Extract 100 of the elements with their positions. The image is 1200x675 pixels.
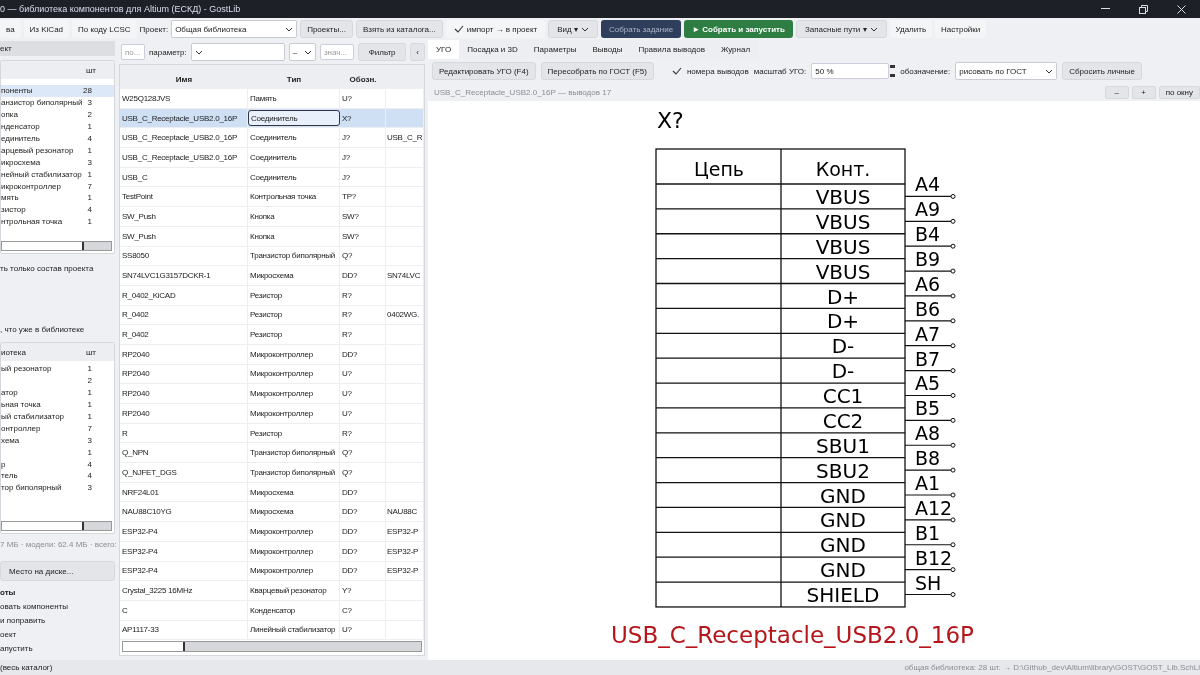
- column-header[interactable]: Тип: [248, 75, 340, 89]
- category-row[interactable]: нейный стабилизатор 1: [1, 168, 114, 181]
- toolbar-button[interactable]: Удалить: [889, 20, 933, 38]
- category-row[interactable]: опка 2: [1, 108, 114, 121]
- dropdown-button[interactable]: Вид ▾: [548, 20, 598, 38]
- table-cell: J?: [340, 148, 386, 167]
- toolbar-button[interactable]: Из KiCad: [23, 20, 70, 38]
- table-row[interactable]: NRF24L01 Микросхема DD?: [120, 482, 424, 503]
- tab[interactable]: УГО: [428, 40, 460, 59]
- pin-number: B8: [915, 447, 941, 470]
- operator-combo[interactable]: –: [288, 43, 316, 61]
- project-combo[interactable]: Общая библиотека: [171, 20, 298, 38]
- table-row[interactable]: RP2040 Микроконтроллер U?: [120, 384, 424, 404]
- reset-button[interactable]: Сбросить личные: [1062, 62, 1142, 80]
- toolbar-button[interactable]: ва: [0, 20, 21, 38]
- table-row[interactable]: USB_C_Receptacle_USB2.0_16P Соединитель X?: [120, 108, 424, 129]
- category-row[interactable]: нденсатор 1: [1, 120, 114, 133]
- table-row[interactable]: SW_Push Кнопка SW?: [120, 207, 424, 227]
- table-row[interactable]: RP2040 Микроконтроллер DD?: [120, 344, 424, 365]
- step-item[interactable]: оект: [0, 627, 117, 641]
- category-count: 1: [87, 145, 92, 155]
- table-row[interactable]: SW_Push Кнопка SW?: [120, 226, 424, 247]
- toolbar-button[interactable]: Взять из каталога...: [355, 20, 443, 38]
- table-row[interactable]: W25Q128JVS Память U?: [120, 89, 424, 109]
- category-row[interactable]: арцевый резонатор 1: [1, 144, 114, 157]
- table-row[interactable]: Q_NJFET_DGS Транзистор биполярный Q?: [120, 463, 424, 483]
- table-row[interactable]: R Резистор R?: [120, 423, 424, 444]
- column-header[interactable]: Обозн.: [340, 75, 386, 89]
- zoom-button[interactable]: по окну: [1158, 85, 1200, 99]
- table-row[interactable]: C Конденсатор C?: [120, 600, 424, 621]
- table-cell: Микросхема: [248, 502, 340, 522]
- close-icon[interactable]: [1176, 4, 1186, 14]
- table-row[interactable]: ESP32-P4 Микроконтроллер DD? ESP32-P: [120, 561, 424, 582]
- category-row[interactable]: икроконтроллер 7: [1, 180, 114, 192]
- search-field[interactable]: по...: [121, 44, 145, 60]
- dropdown-button[interactable]: Запасные пути ▾: [795, 20, 887, 38]
- table-row[interactable]: R_0402 Резистор R?: [120, 325, 424, 345]
- value-field[interactable]: знач...: [319, 44, 354, 60]
- category-count: 1: [87, 169, 92, 179]
- category-row[interactable]: нтрольная точка 1: [1, 215, 114, 228]
- horizontal-scrollbar[interactable]: [1, 241, 112, 251]
- category-row[interactable]: зистор 4: [1, 203, 114, 216]
- table-row[interactable]: SN74LVC1G3157DCKR-1 Микросхема DD? SN74LVC: [120, 266, 424, 286]
- table-row[interactable]: USB_C_Receptacle_USB2.0_16P Соединитель J?: [120, 148, 424, 168]
- category-count: 2: [87, 376, 92, 386]
- table-row[interactable]: RP2040 Микроконтроллер U?: [120, 364, 424, 385]
- toolbar-button[interactable]: Проекты...: [300, 20, 353, 38]
- category-count: 2: [87, 110, 92, 120]
- toolbar-button[interactable]: Настройки: [935, 20, 987, 38]
- category-row[interactable]: поненты 28: [1, 85, 114, 97]
- edit-button[interactable]: Редактировать УГО (F4): [432, 62, 536, 80]
- table-row[interactable]: SS8050 Транзистор биполярный Q?: [120, 246, 424, 267]
- step-item[interactable]: апустить: [0, 641, 117, 655]
- category-row[interactable]: анзистор биполярный 3: [1, 96, 114, 109]
- checkmark-icon[interactable]: [671, 67, 682, 75]
- combo-value: рисовать по ГОСТ: [959, 66, 1027, 76]
- table-cell: Резистор: [248, 423, 340, 443]
- pin-line: [904, 492, 956, 498]
- scale-field[interactable]: 50 %: [811, 63, 890, 79]
- category-name: тель: [1, 471, 18, 481]
- column-header[interactable]: Имя: [120, 75, 248, 89]
- toolbar-button[interactable]: Собрать задание: [600, 20, 682, 38]
- table-row[interactable]: NAU88C10YG Микросхема DD? NAU88C: [120, 502, 424, 523]
- table-row[interactable]: USB_C Соединитель J?: [120, 167, 424, 188]
- toolbar-button[interactable]: По коду LCSC: [72, 20, 137, 38]
- zoom-button[interactable]: +: [1131, 85, 1156, 99]
- restore-icon[interactable]: [1138, 4, 1148, 14]
- checkmark-icon[interactable]: [453, 25, 464, 33]
- table-row[interactable]: AP1117-33 Линейный стабилизатор U?: [120, 620, 424, 641]
- table-row[interactable]: ESP32-P4 Микроконтроллер DD? ESP32-P: [120, 522, 424, 542]
- contact-name: D-: [831, 359, 855, 384]
- filter-button[interactable]: Фильтр: [357, 43, 407, 61]
- minimize-icon[interactable]: [1100, 8, 1110, 10]
- category-row[interactable]: икросхема 3: [1, 156, 114, 169]
- contact-name: CC1: [822, 384, 864, 409]
- table-row[interactable]: RP2040 Микроконтроллер U?: [120, 404, 424, 424]
- table-row[interactable]: Q_NPN Транзистор биполярный Q?: [120, 443, 424, 464]
- step-item[interactable]: овать компоненты: [0, 599, 117, 613]
- spin-arrows-icon[interactable]: [890, 64, 896, 78]
- table-row[interactable]: R_0402 Резистор R? 0402WG.: [120, 305, 424, 326]
- horizontal-scrollbar[interactable]: [1, 521, 112, 531]
- step-item[interactable]: и поправить: [0, 613, 117, 627]
- table-cell: U?: [340, 364, 386, 384]
- disk-button[interactable]: Место на диске...: [0, 561, 115, 581]
- collapse-button[interactable]: ‹: [410, 43, 425, 61]
- rebuild-button[interactable]: Пересобрать по ГОСТ (F5): [540, 62, 654, 80]
- toolbar-button[interactable]: ► Собрать и запустить: [684, 20, 793, 38]
- table-row[interactable]: ESP32-P4 Микроконтроллер DD? ESP32-P: [120, 541, 424, 562]
- zoom-button[interactable]: –: [1104, 85, 1129, 99]
- table-row[interactable]: R_0402_KiCAD Резистор R?: [120, 285, 424, 306]
- category-row[interactable]: единитель 4: [1, 132, 114, 145]
- pin-line: [904, 368, 956, 374]
- table-row[interactable]: USB_C_Receptacle_USB2.0_16P Соединитель J? USB_C_R: [120, 128, 424, 149]
- checkbox-label[interactable]: номера выводов: [686, 66, 749, 76]
- designation-combo[interactable]: рисовать по ГОСТ: [955, 62, 1058, 80]
- table-row[interactable]: Crystal_3225 16MHz Кварцевый резонатор Y?: [120, 581, 424, 601]
- table-row[interactable]: TestPoint Контрольная точка TP?: [120, 187, 424, 208]
- table-cell: Кнопка: [248, 207, 340, 226]
- horizontal-scrollbar[interactable]: [122, 641, 422, 652]
- category-row[interactable]: мять 1: [1, 192, 114, 204]
